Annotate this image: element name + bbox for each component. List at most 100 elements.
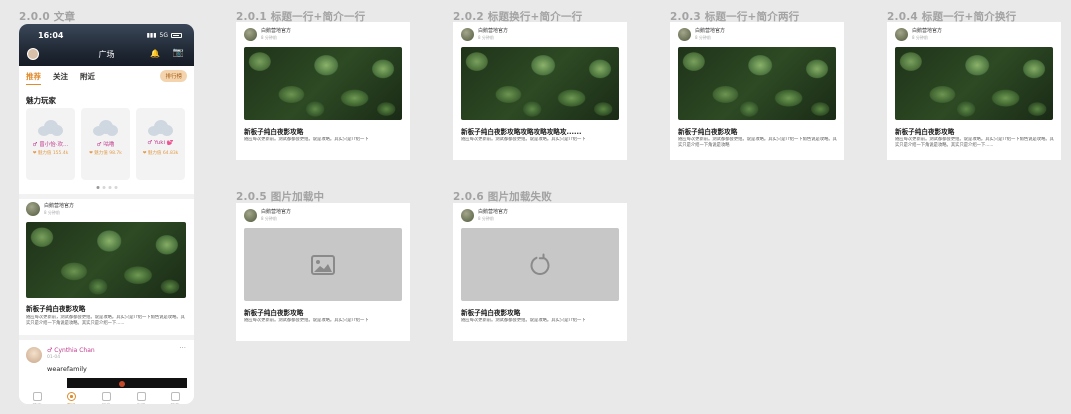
author-name[interactable]: ♂ Cynthia Chan — [47, 347, 95, 354]
article-summary: 随应每次更新前。测试都都会更组。说是攻略。其实只是介绍一下 — [461, 318, 586, 323]
post-author[interactable]: 白鹅营地官方 8 分钟前 — [895, 27, 942, 41]
author-name: 白鹅营地官方 — [478, 209, 509, 215]
author-avatar[interactable] — [461, 208, 474, 222]
network-label: 5G — [159, 32, 168, 39]
divider — [19, 335, 194, 340]
tab-nearby[interactable]: 附近 — [80, 71, 95, 85]
article-summary: 随应每次更新前。测试都都会更组。说是攻略。其实只是介绍一下角色说是攻略。其实只是… — [678, 137, 837, 148]
post-author[interactable]: 白鹅营地官方 8 分钟前 — [244, 27, 291, 41]
image-failed-placeholder[interactable] — [461, 228, 619, 301]
image-placeholder-icon — [311, 254, 335, 275]
signal-icon: ▮▮▮ — [146, 32, 157, 39]
article-image[interactable] — [26, 222, 186, 298]
cloud-icon — [93, 120, 118, 136]
article-title[interactable]: 新板子纯白夜影攻略攻略攻略攻略攻...... — [461, 126, 621, 136]
article-image[interactable] — [461, 47, 619, 120]
author-avatar[interactable] — [678, 27, 691, 41]
tabbar-messages[interactable]: 消息 — [91, 392, 121, 404]
post-time: 8 分钟前 — [261, 216, 277, 221]
article-title[interactable]: 新板子纯白夜影攻略 — [244, 307, 404, 317]
post-author[interactable]: 白鹅营地官方 8 分钟前 — [244, 208, 291, 222]
post-author[interactable]: 白鹅营地官方 8 分钟前 — [461, 208, 508, 222]
charm-players-title: 魅力玩家 — [26, 96, 56, 105]
post-time: 8 分钟前 — [912, 35, 928, 40]
player-card[interactable]: ♂ Yuki 💕 ❤ 魅力值 64.83k — [136, 108, 185, 180]
cloud-icon — [148, 120, 173, 136]
status-indicators: ▮▮▮ 5G — [147, 32, 182, 39]
article-title[interactable]: 新板子纯白夜影攻略 — [895, 126, 1055, 136]
phone-screen: 16:04 ▮▮▮ 5G 广场 🔔 📷 推荐 关注 附近 排行榜 魅力玩家 ♂ … — [19, 24, 194, 404]
post-author[interactable]: 白鹅营地官方 8 分钟前 — [461, 27, 508, 41]
rank-button[interactable]: 排行榜 — [160, 70, 187, 82]
post-author[interactable]: 白鹅营地官方 8 分钟前 — [26, 202, 74, 216]
article-title[interactable]: 新板子纯白夜影攻略 — [678, 126, 838, 136]
player-name: ♂ 曾小怡·欢… — [32, 142, 69, 148]
section-label-206: 2.0.6 图片加载失败 — [453, 191, 552, 203]
article-card-failed[interactable]: 白鹅营地官方 8 分钟前 新板子纯白夜影攻略 随应每次更新前。测试都都会更组。说是… — [453, 203, 627, 341]
post-text: wearefamily — [47, 365, 87, 373]
author-name: 白鹅营地官方 — [261, 209, 292, 215]
article-card-204[interactable]: 白鹅营地官方 8 分钟前 新板子纯白夜影攻略 随应每次更新前。测试都都会更组。说是… — [887, 22, 1061, 160]
cloud-icon — [38, 120, 63, 136]
player-name: ♂ Yuki 💕 — [147, 140, 174, 146]
tabbar-square[interactable]: 广场 — [56, 392, 86, 404]
tab-following[interactable]: 关注 — [53, 71, 68, 85]
status-time: 16:04 — [38, 31, 64, 40]
author-avatar[interactable] — [895, 27, 908, 41]
feed-tabs: 推荐 关注 附近 — [26, 71, 95, 85]
author-name: 白鹅营地官方 — [44, 203, 75, 209]
camera-icon[interactable]: 📷 — [173, 48, 184, 58]
section-label-205: 2.0.5 图片加载中 — [236, 191, 325, 203]
author-avatar[interactable] — [26, 202, 40, 216]
home-icon — [32, 392, 42, 401]
author-name: 白鹅营地官方 — [261, 28, 292, 34]
article-title[interactable]: 新板子纯白夜影攻略 — [461, 307, 621, 317]
article-summary: 随应每次更新前。测试都都会更组。说是攻略。其实只是介绍一下 — [244, 137, 369, 142]
player-charm: ❤ 魅力值 64.83k — [142, 151, 179, 156]
author-avatar[interactable] — [244, 208, 257, 222]
article-card-203[interactable]: 白鹅营地官方 8 分钟前 新板子纯白夜影攻略 随应每次更新前。测试都都会更组。说是… — [670, 22, 844, 160]
section-label-article: 2.0.0 文章 — [19, 11, 76, 23]
post-time: 8 分钟前 — [44, 210, 60, 215]
reload-icon[interactable] — [528, 253, 552, 277]
article-title[interactable]: 新板子纯白夜影攻略 — [244, 126, 404, 136]
tab-recommend[interactable]: 推荐 — [26, 71, 41, 85]
article-summary: 随应每次更新前，测试都都会更组。说是攻略。其实只是介绍一下角色说是攻略。其实只是… — [26, 315, 185, 326]
tabbar-home[interactable]: 首页 — [22, 392, 52, 404]
article-image[interactable] — [244, 47, 402, 120]
author-avatar[interactable] — [26, 347, 42, 363]
post-author[interactable]: 白鹅营地官方 8 分钟前 — [678, 27, 725, 41]
player-charm: ❤ 魅力值 98.7k — [89, 151, 122, 156]
carousel-dots[interactable] — [96, 186, 118, 189]
post-time: 8 分钟前 — [478, 35, 494, 40]
author-name: 白鹅营地官方 — [695, 28, 726, 34]
article-card-201[interactable]: 白鹅营地官方 8 分钟前 新板子纯白夜影攻略 随应每次更新前。测试都都会更组。说是… — [236, 22, 410, 160]
video-thumbnail[interactable] — [67, 378, 187, 388]
author-name: 白鹅营地官方 — [912, 28, 943, 34]
tabbar-profile[interactable]: 我的 — [160, 392, 190, 404]
square-icon — [66, 392, 76, 401]
bell-icon[interactable]: 🔔 — [150, 49, 160, 58]
player-card[interactable]: ♂ 咕噜 ❤ 魅力值 98.7k — [81, 108, 130, 180]
image-loading-placeholder — [244, 228, 402, 301]
tabbar-discover[interactable]: 发现 — [126, 392, 156, 404]
article-card-loading[interactable]: 白鹅营地官方 8 分钟前 新板子纯白夜影攻略 随应每次更新前。测试都都会更组。说是… — [236, 203, 410, 341]
bottom-tabbar: 首页 广场 消息 发现 我的 — [19, 388, 194, 404]
discover-icon — [136, 392, 146, 401]
article-image[interactable] — [895, 47, 1053, 120]
battery-icon — [171, 33, 182, 38]
player-card[interactable]: ♂ 曾小怡·欢… ❤ 魅力值 155.4k — [26, 108, 75, 180]
author-avatar[interactable] — [461, 27, 474, 41]
more-icon[interactable]: ··· — [179, 344, 186, 352]
divider — [19, 194, 194, 199]
article-title[interactable]: 新板子纯白夜影攻略 — [26, 303, 191, 313]
player-name: ♂ 咕噜 — [96, 142, 115, 148]
profile-icon — [170, 392, 180, 401]
article-summary: 随应每次更新前。测试都都会更组。说是攻略。其实只是介绍一下角色说是攻略。其实只是… — [895, 137, 1054, 148]
author-avatar[interactable] — [244, 27, 257, 41]
article-card-202[interactable]: 白鹅营地官方 8 分钟前 新板子纯白夜影攻略攻略攻略攻略攻...... 随应每次更… — [453, 22, 627, 160]
post-time: 8 分钟前 — [695, 35, 711, 40]
post-time: 01-04 — [47, 355, 61, 360]
message-icon — [101, 392, 111, 401]
article-image[interactable] — [678, 47, 836, 120]
